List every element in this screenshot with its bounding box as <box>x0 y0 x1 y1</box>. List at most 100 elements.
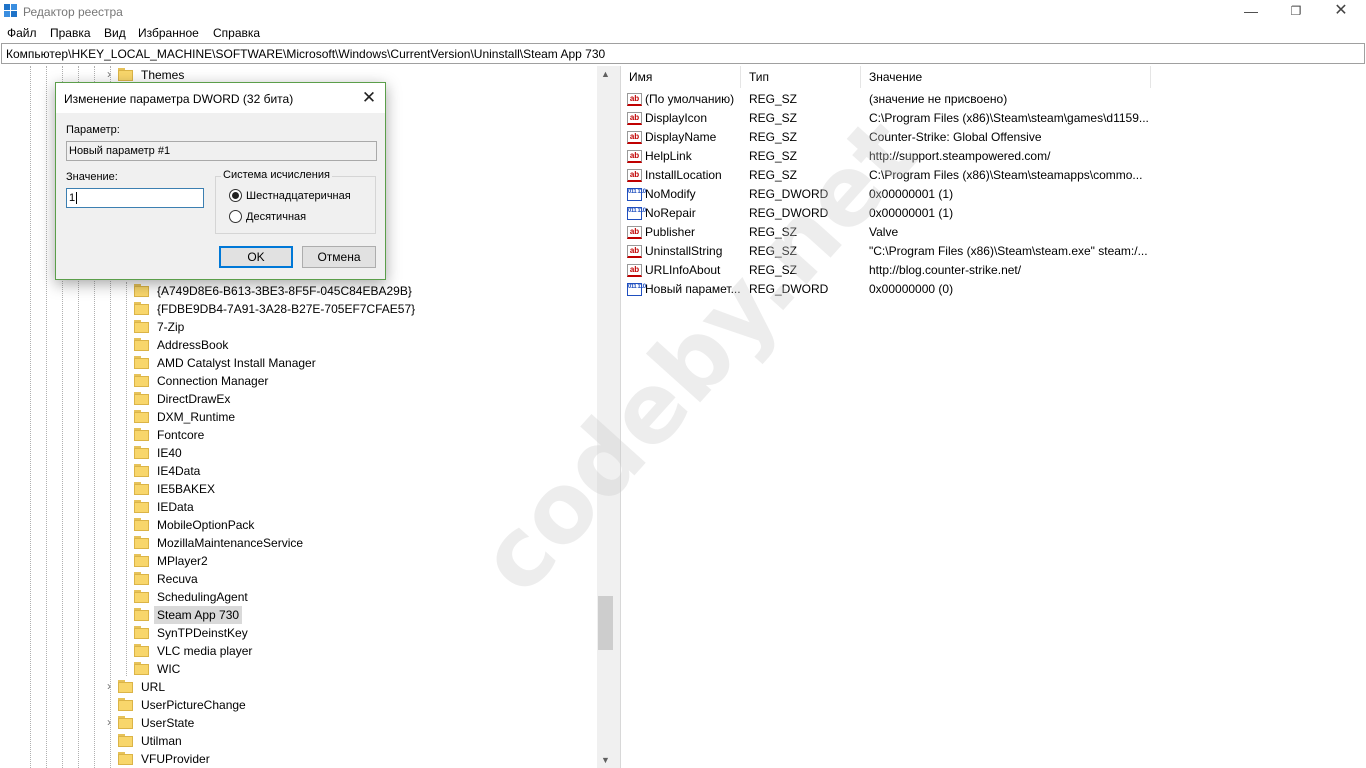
value-type: REG_SZ <box>749 168 798 182</box>
tree-item-label: SynTPDeinstKey <box>157 626 248 640</box>
folder-icon <box>134 320 149 333</box>
tree-item-label: VLC media player <box>157 644 253 658</box>
value-name: NoModify <box>645 187 696 201</box>
string-value-icon: ab <box>627 112 642 125</box>
folder-icon <box>118 68 133 81</box>
value-type: REG_SZ <box>749 130 798 144</box>
tree-item-label: Fontcore <box>157 428 205 442</box>
value-row[interactable]: ab InstallLocation REG_SZ C:\Program Files … <box>621 166 1366 185</box>
string-value-icon: ab <box>627 169 642 182</box>
folder-icon <box>134 302 149 315</box>
folder-icon <box>134 644 149 657</box>
folder-icon <box>134 518 149 531</box>
value-data: http://support.steampowered.com/ <box>869 149 1051 163</box>
tree-item-label: AMD Catalyst Install Manager <box>157 356 316 370</box>
value-row[interactable]: ab HelpLink REG_SZ http://support.steampowe… <box>621 147 1366 166</box>
value-input[interactable]: 1 <box>66 188 204 208</box>
minimize-button[interactable]: — <box>1228 0 1274 23</box>
scroll-up-arrow-icon[interactable]: ▲ <box>597 66 614 82</box>
value-row[interactable]: ab DisplayIcon REG_SZ C:\Program Files (x86… <box>621 109 1366 128</box>
value-name: Новый парамет... <box>645 282 741 296</box>
value-type: REG_SZ <box>749 149 798 163</box>
window-title: Редактор реестра <box>23 5 123 19</box>
folder-icon <box>134 608 149 621</box>
value-row[interactable]: ab URLInfoAbout REG_SZ http://blog.counter-… <box>621 261 1366 280</box>
folder-icon <box>134 500 149 513</box>
value-row[interactable]: ab UninstallString REG_SZ "C:\Program Files… <box>621 242 1366 261</box>
address-path[interactable]: Компьютер\HKEY_LOCAL_MACHINE\SOFTWARE\Mi… <box>6 47 605 61</box>
tree-item-label: AddressBook <box>157 338 229 352</box>
dialog-close-icon[interactable]: ✕ <box>354 86 384 110</box>
tree-item-label: SchedulingAgent <box>157 590 248 604</box>
param-label: Параметр: <box>66 124 120 136</box>
column-header-data[interactable]: Значение <box>861 66 1151 88</box>
param-name-field: Новый параметр #1 <box>66 141 377 161</box>
menu-view[interactable]: Вид <box>104 26 126 40</box>
base-groupbox <box>215 176 376 234</box>
base-group-title: Система исчисления <box>221 169 332 181</box>
column-header-name[interactable]: Имя <box>621 66 741 88</box>
column-header-type[interactable]: Тип <box>741 66 861 88</box>
value-row[interactable]: 011 110 NoModify REG_DWORD 0x00000001 (1) <box>621 185 1366 204</box>
tree-item-label: Steam App 730 <box>154 606 243 624</box>
registry-editor-icon <box>4 4 17 17</box>
folder-icon <box>134 284 149 297</box>
tree-item-label: MPlayer2 <box>157 554 208 568</box>
tree-item-label: Connection Manager <box>157 374 269 388</box>
value-row[interactable]: ab Publisher REG_SZ Valve <box>621 223 1366 242</box>
value-name: HelpLink <box>645 149 692 163</box>
value-name: NoRepair <box>645 206 696 220</box>
ok-button[interactable]: OK <box>219 246 293 268</box>
scroll-down-arrow-icon[interactable]: ▼ <box>597 752 614 768</box>
tree-item-label: Utilman <box>141 734 182 748</box>
folder-icon <box>134 338 149 351</box>
value-name: UninstallString <box>645 244 723 258</box>
tree-item-label: {FDBE9DB4-7A91-3A28-B27E-705EF7CFAE57} <box>157 302 416 316</box>
folder-icon <box>134 626 149 639</box>
radio-hex[interactable] <box>229 189 242 202</box>
menu-edit[interactable]: Правка <box>50 26 91 40</box>
menu-help[interactable]: Справка <box>213 26 260 40</box>
tree-guide-line <box>126 282 127 676</box>
value-row[interactable]: ab DisplayName REG_SZ Counter-Strike: Globa… <box>621 128 1366 147</box>
chevron-right-icon[interactable]: › <box>104 678 114 696</box>
value-data: 0x00000000 (0) <box>869 282 954 296</box>
value-name: Publisher <box>645 225 696 239</box>
value-data: C:\Program Files (x86)\Steam\steamapps\c… <box>869 168 1143 182</box>
dialog-titlebar: Изменение параметра DWORD (32 бита) ✕ <box>56 83 385 113</box>
value-row[interactable]: ab (По умолчанию) REG_SZ (значение не присв… <box>621 90 1366 109</box>
value-data: http://blog.counter-strike.net/ <box>869 263 1022 277</box>
window-titlebar: Редактор реестра — ❐ ✕ <box>0 0 1366 23</box>
menu-bar: Файл Правка Вид Избранное Справка <box>0 24 1366 43</box>
maximize-button[interactable]: ❐ <box>1273 0 1319 23</box>
cancel-button[interactable]: Отмена <box>302 246 376 268</box>
folder-icon <box>118 752 133 765</box>
value-row[interactable]: 011 110 Новый парамет... REG_DWORD 0x000000… <box>621 280 1366 299</box>
address-bar[interactable]: Компьютер\HKEY_LOCAL_MACHINE\SOFTWARE\Mi… <box>1 43 1365 64</box>
radio-decimal-label[interactable]: Десятичная <box>246 211 306 223</box>
dword-value-icon: 011 110 <box>627 207 646 220</box>
string-value-icon: ab <box>627 245 642 258</box>
value-name: URLInfoAbout <box>645 263 721 277</box>
scroll-thumb[interactable] <box>598 596 613 650</box>
value-type: REG_DWORD <box>749 187 829 201</box>
tree-item-label: UserPictureChange <box>141 698 246 712</box>
string-value-icon: ab <box>627 150 642 163</box>
folder-icon <box>118 734 133 747</box>
menu-favorites[interactable]: Избранное <box>138 26 199 40</box>
chevron-right-icon[interactable]: › <box>104 714 114 732</box>
close-window-button[interactable]: ✕ <box>1318 0 1364 23</box>
dword-value-icon: 011 110 <box>627 188 646 201</box>
folder-icon <box>134 392 149 405</box>
folder-icon <box>134 374 149 387</box>
tree-scrollbar[interactable]: ▲ ▼ <box>597 66 614 768</box>
radio-hex-label[interactable]: Шестнадцатеричная <box>246 190 351 202</box>
tree-item-label: IE5BAKEX <box>157 482 216 496</box>
folder-icon <box>118 698 133 711</box>
value-data: (значение не присвоено) <box>869 92 1008 106</box>
value-name: DisplayIcon <box>645 111 708 125</box>
value-label: Значение: <box>66 171 118 183</box>
menu-file[interactable]: Файл <box>7 26 37 40</box>
value-row[interactable]: 011 110 NoRepair REG_DWORD 0x00000001 (1) <box>621 204 1366 223</box>
radio-decimal[interactable] <box>229 210 242 223</box>
